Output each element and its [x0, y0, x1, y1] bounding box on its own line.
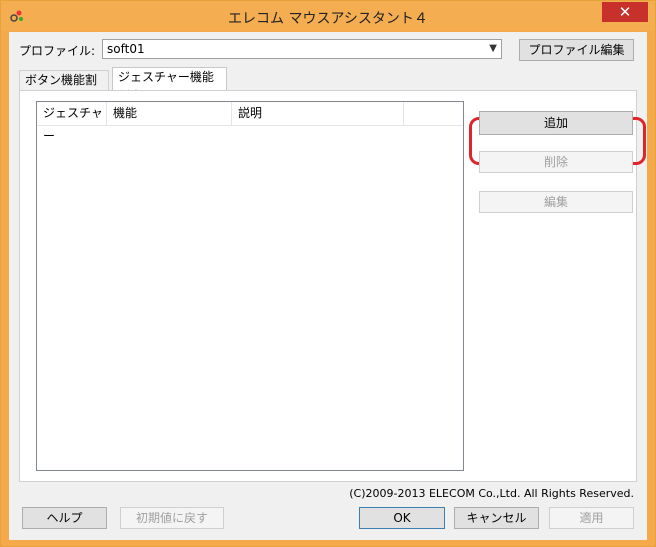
- tab-button-assign[interactable]: ボタン機能割当: [19, 70, 109, 106]
- copyright-text: (C)2009-2013 ELECOM Co.,Ltd. All Rights …: [349, 487, 634, 500]
- column-function[interactable]: 機能: [107, 102, 232, 125]
- title-bar[interactable]: エレコム マウスアシスタント４ ✕: [1, 1, 655, 31]
- window-title: エレコム マウスアシスタント４: [228, 11, 428, 27]
- gesture-tab-panel: ジェスチャー 機能 説明 追加 削除 編集: [19, 90, 646, 482]
- dialog-client-area: プロファイル: soft01 ▼ プロファイル編集 ボタン機能割当 ジェスチャー…: [9, 32, 647, 540]
- edit-button[interactable]: 編集: [479, 191, 633, 213]
- cancel-button[interactable]: キャンセル: [454, 507, 539, 529]
- apply-button[interactable]: 適用: [549, 507, 634, 529]
- ok-button[interactable]: OK: [359, 507, 445, 529]
- column-gesture[interactable]: ジェスチャー: [37, 102, 107, 143]
- app-window: エレコム マウスアシスタント４ ✕ プロファイル: soft01 ▼ プロファイ…: [0, 0, 656, 547]
- reset-defaults-button[interactable]: 初期値に戻す: [120, 507, 224, 529]
- delete-button[interactable]: 削除: [479, 151, 633, 173]
- chevron-down-icon: ▼: [489, 43, 497, 54]
- profile-value: soft01: [107, 42, 145, 56]
- profile-dropdown[interactable]: soft01 ▼: [102, 39, 502, 59]
- close-icon: ✕: [618, 3, 632, 21]
- close-button[interactable]: ✕: [602, 2, 648, 22]
- list-header: ジェスチャー 機能 説明: [37, 102, 463, 143]
- gesture-list[interactable]: ジェスチャー 機能 説明: [36, 101, 464, 471]
- tab-gesture-assign[interactable]: ジェスチャー機能割当: [112, 67, 227, 103]
- profile-label: プロファイル:: [19, 44, 96, 58]
- help-button[interactable]: ヘルプ: [22, 507, 107, 529]
- add-button[interactable]: 追加: [479, 111, 633, 135]
- column-description[interactable]: 説明: [232, 102, 404, 125]
- profile-edit-button[interactable]: プロファイル編集: [519, 39, 634, 61]
